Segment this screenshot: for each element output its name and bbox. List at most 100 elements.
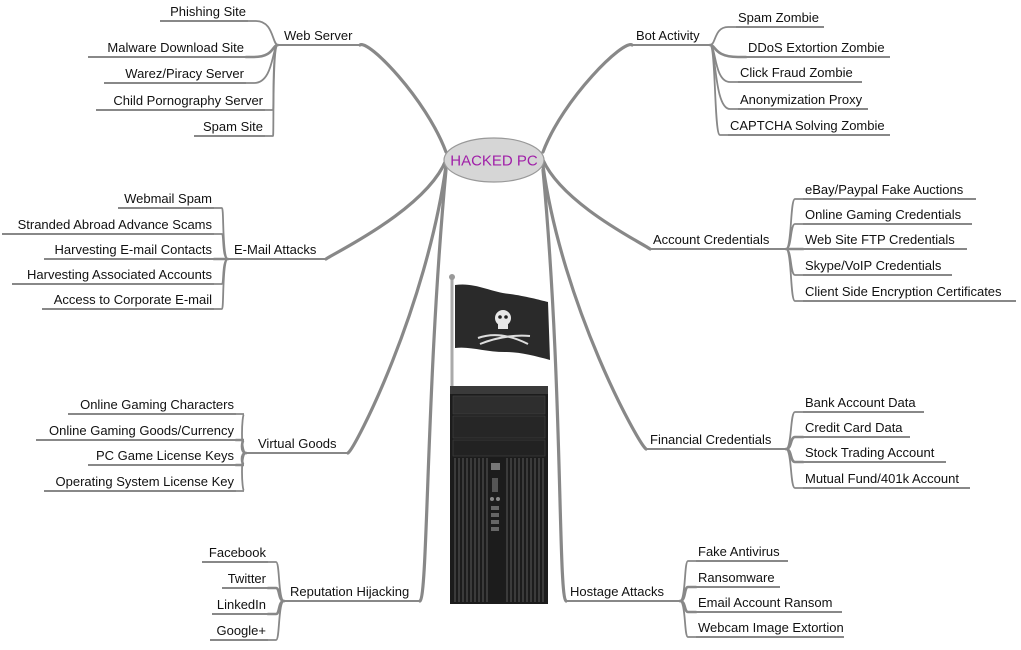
leaf-online-gaming-goods-currency[interactable]: Online Gaming Goods/Currency	[36, 423, 236, 441]
leaf-label: LinkedIn	[217, 597, 266, 612]
leaf-label: Webmail Spam	[124, 191, 212, 206]
leaf-malware-download-site[interactable]: Malware Download Site	[88, 40, 246, 58]
trunk-connector	[541, 158, 652, 251]
leaf-label: Online Gaming Characters	[80, 397, 234, 412]
leaf-ransomware[interactable]: Ransomware	[696, 570, 780, 588]
leaf-connector	[708, 43, 748, 59]
leaf-google[interactable]: Google+	[210, 623, 268, 641]
leaf-access-to-corporate-e-mail[interactable]: Access to Corporate E-mail	[42, 292, 214, 310]
leaf-click-fraud-zombie[interactable]: Click Fraud Zombie	[738, 65, 862, 83]
trunk-connector	[541, 43, 634, 154]
leaf-client-side-encryption-certificates[interactable]: Client Side Encryption Certificates	[803, 284, 1016, 302]
leaf-credit-card-data[interactable]: Credit Card Data	[803, 420, 910, 438]
center-node[interactable]: HACKED PC	[443, 137, 545, 183]
leaf-label: Online Gaming Goods/Currency	[49, 423, 234, 438]
leaf-operating-system-license-key[interactable]: Operating System License Key	[44, 474, 236, 492]
pirate-flag-icon	[449, 274, 550, 395]
leaf-label: Bank Account Data	[805, 395, 916, 410]
leaf-online-gaming-credentials[interactable]: Online Gaming Credentials	[803, 207, 972, 225]
leaf-label: Online Gaming Credentials	[805, 207, 962, 222]
leaf-label: Anonymization Proxy	[740, 92, 863, 107]
leaf-spam-site[interactable]: Spam Site	[194, 119, 265, 137]
trunk-connector	[324, 158, 448, 261]
leaf-email-account-ransom[interactable]: Email Account Ransom	[696, 595, 842, 613]
leaf-twitter[interactable]: Twitter	[222, 571, 268, 589]
branch-label: Financial Credentials	[650, 432, 772, 447]
leaf-webmail-spam[interactable]: Webmail Spam	[118, 191, 214, 209]
leaf-mutual-fund-401k-account[interactable]: Mutual Fund/401k Account	[803, 471, 970, 489]
branch-bot-activity[interactable]: Bot Activity Spam Zombie DDoS Extortion Zo…	[632, 10, 890, 136]
leaf-label: Phishing Site	[170, 4, 246, 19]
branch-virtual-goods[interactable]: Virtual Goods Online Gaming Characters Onl…	[36, 397, 348, 492]
leaf-label: Spam Zombie	[738, 10, 819, 25]
leaf-label: Child Pornography Server	[113, 93, 263, 108]
leaf-spam-zombie[interactable]: Spam Zombie	[736, 10, 824, 28]
leaf-connector	[785, 411, 804, 450]
trunk-connector	[358, 43, 448, 154]
leaf-connector	[679, 600, 697, 638]
leaf-fake-antivirus[interactable]: Fake Antivirus	[696, 544, 788, 562]
leaf-skype-voip-credentials[interactable]: Skype/VoIP Credentials	[803, 258, 952, 276]
leaf-label: Facebook	[209, 545, 267, 560]
leaf-label: Warez/Piracy Server	[125, 66, 244, 81]
leaf-label: CAPTCHA Solving Zombie	[730, 118, 885, 133]
leaf-facebook[interactable]: Facebook	[202, 545, 268, 563]
leaf-captcha-solving-zombie[interactable]: CAPTCHA Solving Zombie	[728, 118, 890, 136]
branch-financial-credentials[interactable]: Financial Credentials Bank Account Data Cr…	[646, 395, 970, 489]
leaf-harvesting-e-mail-contacts[interactable]: Harvesting E-mail Contacts	[44, 242, 214, 260]
leaf-warez-piracy-server[interactable]: Warez/Piracy Server	[104, 66, 246, 84]
leaf-connector	[264, 44, 279, 137]
leaf-label: Credit Card Data	[805, 420, 903, 435]
leaf-label: Spam Site	[203, 119, 263, 134]
leaf-label: Stranded Abroad Advance Scams	[18, 217, 213, 232]
branch-label: Hostage Attacks	[570, 584, 664, 599]
leaf-bank-account-data[interactable]: Bank Account Data	[803, 395, 924, 413]
leaf-phishing-site[interactable]: Phishing Site	[160, 4, 248, 22]
leaf-label: Email Account Ransom	[698, 595, 832, 610]
leaf-connector	[785, 448, 804, 489]
leaf-anonymization-proxy[interactable]: Anonymization Proxy	[738, 92, 868, 110]
leaf-connector	[267, 561, 285, 602]
leaf-label: Stock Trading Account	[805, 445, 935, 460]
leaf-ddos-extortion-zombie[interactable]: DDoS Extortion Zombie	[746, 40, 890, 58]
leaf-webcam-image-extortion[interactable]: Webcam Image Extortion	[696, 620, 844, 638]
center-node-label: HACKED PC	[450, 153, 538, 170]
leaf-ebay-paypal-fake-auctions[interactable]: eBay/Paypal Fake Auctions	[803, 182, 976, 200]
branch-label: Web Server	[284, 28, 353, 43]
leaf-connector	[267, 600, 285, 641]
leaf-connector	[785, 223, 804, 250]
leaf-harvesting-associated-accounts[interactable]: Harvesting Associated Accounts	[12, 267, 214, 285]
leaf-pc-game-license-keys[interactable]: PC Game License Keys	[88, 448, 236, 466]
leaf-stock-trading-account[interactable]: Stock Trading Account	[803, 445, 946, 463]
leaf-online-gaming-characters[interactable]: Online Gaming Characters	[68, 397, 236, 415]
branch-label: Account Credentials	[653, 232, 770, 247]
branch-label: E-Mail Attacks	[234, 242, 317, 257]
leaf-linkedin[interactable]: LinkedIn	[212, 597, 268, 615]
leaf-connector	[679, 560, 697, 602]
leaf-label: Skype/VoIP Credentials	[805, 258, 942, 273]
leaf-label: Webcam Image Extortion	[698, 620, 844, 635]
branch-email-attacks[interactable]: E-Mail Attacks Webmail Spam Stranded Abroa…	[2, 191, 326, 310]
leaf-label: Fake Antivirus	[698, 544, 780, 559]
leaf-connector	[709, 26, 737, 46]
leaf-label: DDoS Extortion Zombie	[748, 40, 885, 55]
leaf-label: Harvesting Associated Accounts	[27, 267, 212, 282]
branch-account-credentials[interactable]: Account Credentials eBay/Paypal Fake Auct…	[650, 182, 1016, 302]
leaf-label: Malware Download Site	[107, 40, 244, 55]
branch-label: Reputation Hijacking	[290, 584, 409, 599]
leaf-web-site-ftp-credentials[interactable]: Web Site FTP Credentials	[803, 232, 967, 250]
branch-hostage-attacks[interactable]: Hostage Attacks Fake Antivirus Ransomware E…	[566, 544, 844, 638]
leaf-label: Twitter	[228, 571, 267, 586]
branch-web-server[interactable]: Web Server Phishing Site Malware Download …	[88, 4, 360, 137]
leaf-label: PC Game License Keys	[96, 448, 235, 463]
leaf-label: Operating System License Key	[56, 474, 235, 489]
leaf-child-pornography-server[interactable]: Child Pornography Server	[96, 93, 265, 111]
leaf-label: Ransomware	[698, 570, 775, 585]
leaf-stranded-abroad-advance-scams[interactable]: Stranded Abroad Advance Scams	[2, 217, 214, 235]
branch-reputation-hijacking[interactable]: Reputation Hijacking Facebook Twitter Linke…	[202, 545, 420, 641]
leaf-label: eBay/Paypal Fake Auctions	[805, 182, 964, 197]
branch-label: Virtual Goods	[258, 436, 337, 451]
leaf-label: Click Fraud Zombie	[740, 65, 853, 80]
leaf-label: Access to Corporate E-mail	[54, 292, 212, 307]
leaf-label: Web Site FTP Credentials	[805, 232, 955, 247]
